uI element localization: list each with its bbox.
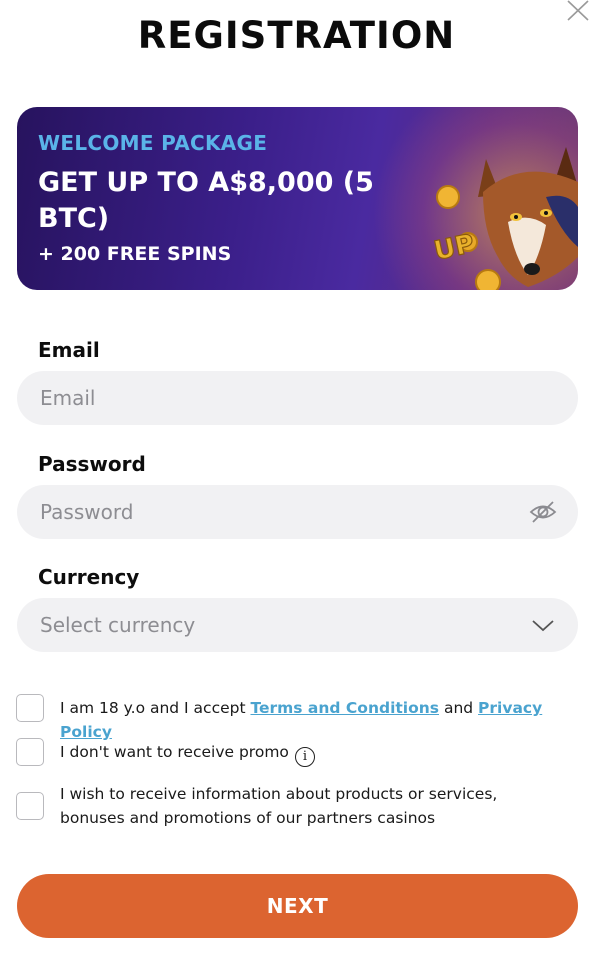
chevron-down-icon[interactable] [528, 612, 558, 638]
partners-consent-line-2: bonuses and promotions of our partners c… [60, 809, 436, 827]
age-consent-row: I am 18 y.o and I accept Terms and Condi… [16, 694, 593, 744]
next-button[interactable]: NEXT [17, 874, 578, 938]
age-consent-prefix: I am 18 y.o and I accept [60, 699, 251, 717]
age-consent-and: and [439, 699, 479, 717]
close-icon[interactable] [564, 0, 590, 22]
partners-consent-line-1: I wish to receive information about prod… [60, 785, 498, 803]
password-input[interactable] [40, 485, 520, 539]
currency-select[interactable] [17, 598, 578, 652]
password-label: Password [38, 452, 146, 476]
banner-free-spins: + 200 FREE SPINS [38, 243, 232, 265]
age-terms-checkbox[interactable] [16, 694, 44, 722]
info-icon[interactable]: i [294, 747, 315, 767]
email-label: Email [38, 338, 100, 362]
banner-kicker: WELCOME PACKAGE [38, 131, 268, 155]
partners-consent-row: I wish to receive information about prod… [16, 785, 497, 830]
terms-link[interactable]: Terms and Conditions [250, 699, 439, 717]
up-badge-text: UP [431, 229, 477, 267]
no-promo-text: I don't want to receive promo [60, 743, 289, 761]
partners-consent-text: I wish to receive information about prod… [60, 782, 497, 830]
banner-headline: GET UP TO A$8,000 (5 BTC) [38, 167, 374, 234]
partners-promo-checkbox[interactable] [16, 792, 44, 820]
email-field-container [17, 371, 578, 425]
eye-slash-icon[interactable] [528, 499, 558, 525]
welcome-banner[interactable]: WELCOME PACKAGE GET UP TO A$8,000 (5 BTC… [17, 107, 578, 290]
currency-input[interactable] [40, 598, 520, 652]
no-promo-text-wrap: I don't want to receive promo i [60, 740, 315, 767]
email-input[interactable] [40, 371, 520, 425]
password-field-container [17, 485, 578, 539]
no-promo-checkbox[interactable] [16, 738, 44, 766]
wolf-mascot-image: UP [431, 147, 578, 290]
currency-label: Currency [38, 565, 140, 589]
no-promo-row: I don't want to receive promo i [16, 738, 315, 767]
page-title: REGISTRATION [137, 14, 456, 57]
age-consent-text: I am 18 y.o and I accept Terms and Condi… [60, 696, 593, 744]
